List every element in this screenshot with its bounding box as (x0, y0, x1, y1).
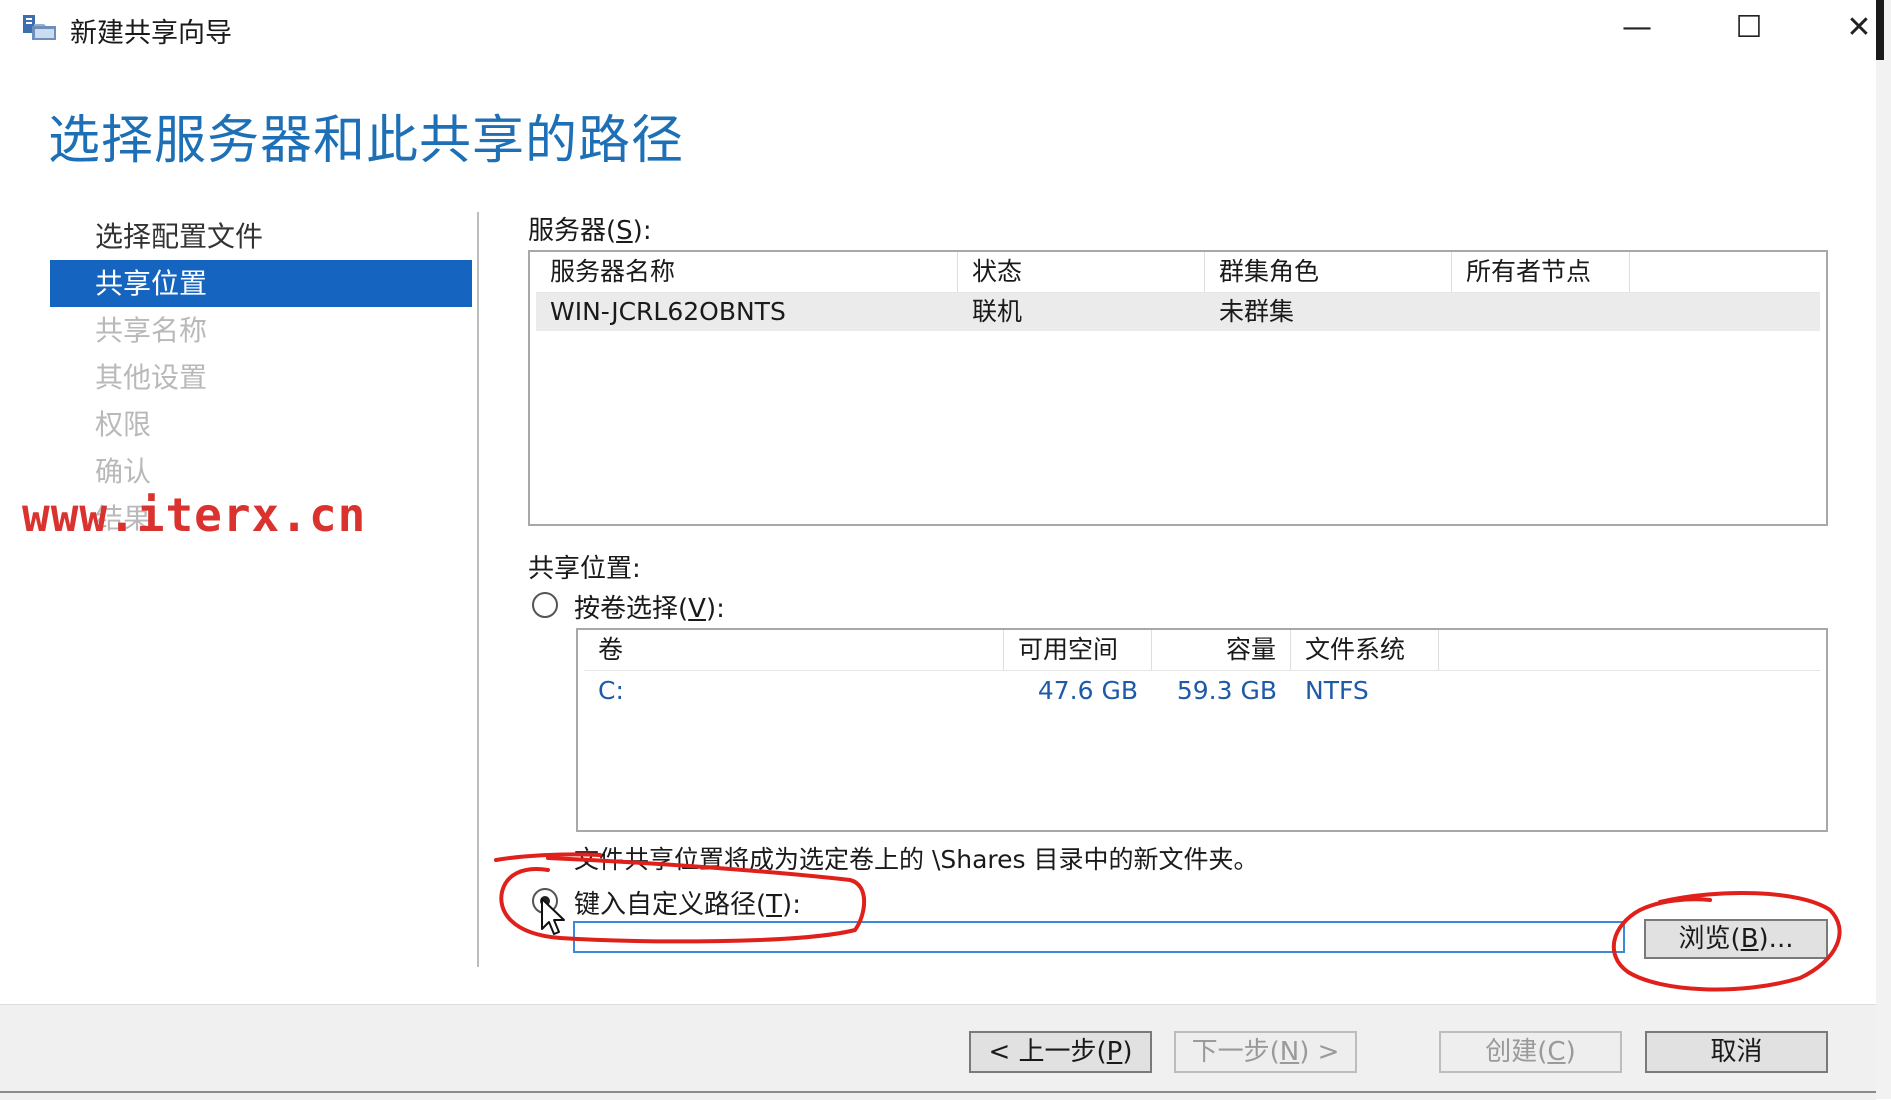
page-heading: 选择服务器和此共享的路径 (48, 111, 685, 171)
server-owner-node-cell (1452, 293, 1630, 331)
minimize-icon: — (1622, 9, 1652, 45)
maximize-icon: ☐ (1735, 9, 1763, 45)
column-file-system[interactable]: 文件系统 (1291, 630, 1439, 670)
column-cluster-role[interactable]: 群集角色 (1205, 252, 1452, 292)
column-status[interactable]: 状态 (958, 252, 1205, 292)
capacity-cell: 59.3 GB (1176, 676, 1277, 705)
by-volume-label-prefix: 按卷选择( (574, 594, 689, 624)
server-label-prefix: 服务器( (528, 216, 617, 246)
close-icon: ✕ (1846, 9, 1872, 45)
volume-list-header: 卷 可用空间 容量 文件系统 (584, 630, 1820, 671)
mouse-cursor-icon (541, 898, 565, 935)
browse-label-suffix: )... (1758, 924, 1794, 954)
maximize-button[interactable]: ☐ (1694, 0, 1804, 54)
volume-note: 文件共享位置将成为选定卷上的 \Shares 目录中的新文件夹。 (574, 845, 1259, 874)
cancel-button[interactable]: 取消 (1645, 1031, 1828, 1073)
server-list[interactable]: 服务器名称 状态 群集角色 所有者节点 WIN-JCRL62OBNTS 联机 未… (528, 250, 1828, 526)
nav-step-share-name: 共享名称 (95, 314, 208, 347)
by-volume-label-suffix: ): (705, 594, 725, 624)
wizard-footer: < 上一步(P) 下一步(N) > 创建(C) 取消 (0, 1004, 1876, 1100)
nav-step-permissions: 权限 (95, 408, 152, 441)
server-name-cell: WIN-JCRL62OBNTS (550, 297, 786, 326)
nav-step-select-profile[interactable]: 选择配置文件 (50, 213, 472, 260)
previous-label-accesskey: P (1106, 1037, 1123, 1067)
server-status-cell: 联机 (972, 297, 1023, 326)
create-label-prefix: 创建( (1485, 1037, 1548, 1067)
column-owner-node[interactable]: 所有者节点 (1452, 252, 1630, 292)
next-label-suffix: ) > (1299, 1037, 1340, 1067)
custom-path-input[interactable] (573, 921, 1625, 953)
volume-row[interactable]: C: 47.6 GB 59.3 GB NTFS (584, 672, 1820, 710)
by-volume-label[interactable]: 按卷选择(V): (574, 588, 725, 625)
nav-step-share-location[interactable]: 共享位置 (50, 260, 472, 307)
window-title: 新建共享向导 (70, 18, 232, 49)
by-volume-radio[interactable] (532, 592, 558, 618)
server-row[interactable]: WIN-JCRL62OBNTS 联机 未群集 (536, 293, 1820, 331)
share-location-label: 共享位置: (528, 554, 641, 584)
custom-path-label[interactable]: 键入自定义路径(T): (574, 884, 801, 921)
free-space-cell: 47.6 GB (1037, 676, 1138, 705)
server-cluster-role-cell: 未群集 (1219, 297, 1295, 326)
nav-divider (477, 212, 479, 967)
browse-label-accesskey: B (1740, 924, 1759, 954)
column-server-name[interactable]: 服务器名称 (536, 252, 958, 292)
custom-path-label-prefix: 键入自定义路径( (574, 890, 767, 920)
next-label-accesskey: N (1279, 1037, 1300, 1067)
file-system-cell: NTFS (1305, 676, 1369, 705)
server-label: 服务器(S): (528, 210, 652, 247)
minimize-button[interactable]: — (1582, 0, 1692, 54)
create-label-suffix: ) (1565, 1037, 1576, 1067)
browse-label-prefix: 浏览( (1678, 924, 1741, 954)
watermark: www.iterx.cn (22, 488, 367, 542)
column-free-space[interactable]: 可用空间 (1004, 630, 1152, 670)
nav-step-other-settings: 其他设置 (95, 361, 208, 394)
by-volume-label-accesskey: V (688, 594, 706, 624)
volume-list[interactable]: 卷 可用空间 容量 文件系统 C: 47.6 GB 59.3 GB NTFS (576, 628, 1828, 832)
column-capacity[interactable]: 容量 (1152, 630, 1291, 670)
next-label-prefix: 下一步( (1191, 1037, 1280, 1067)
previous-button[interactable]: < 上一步(P) (969, 1031, 1152, 1073)
share-wizard-icon (23, 15, 56, 40)
server-label-suffix: ): (632, 216, 652, 246)
custom-path-label-accesskey: T (766, 890, 783, 920)
column-volume[interactable]: 卷 (584, 630, 1004, 670)
background-window-corner (1876, 0, 1884, 60)
server-label-accesskey: S (616, 216, 633, 246)
title-bar: 新建共享向导 — ☐ ✕ (0, 0, 1876, 58)
next-button: 下一步(N) > (1174, 1031, 1357, 1073)
previous-label-suffix: ) (1122, 1037, 1133, 1067)
create-button: 创建(C) (1439, 1031, 1622, 1073)
bottom-border (0, 1091, 1876, 1093)
browse-button[interactable]: 浏览(B)... (1644, 919, 1828, 959)
custom-path-label-suffix: ): (782, 890, 801, 920)
previous-label-prefix: < 上一步( (988, 1037, 1107, 1067)
server-list-header: 服务器名称 状态 群集角色 所有者节点 (536, 252, 1820, 293)
volume-cell: C: (598, 676, 624, 705)
create-label-accesskey: C (1547, 1037, 1566, 1067)
background-window-edge (1876, 0, 1891, 1099)
wizard-window: 新建共享向导 — ☐ ✕ 选择服务器和此共享的路径 选择配置文件 共享位置 共享… (0, 0, 1876, 1100)
